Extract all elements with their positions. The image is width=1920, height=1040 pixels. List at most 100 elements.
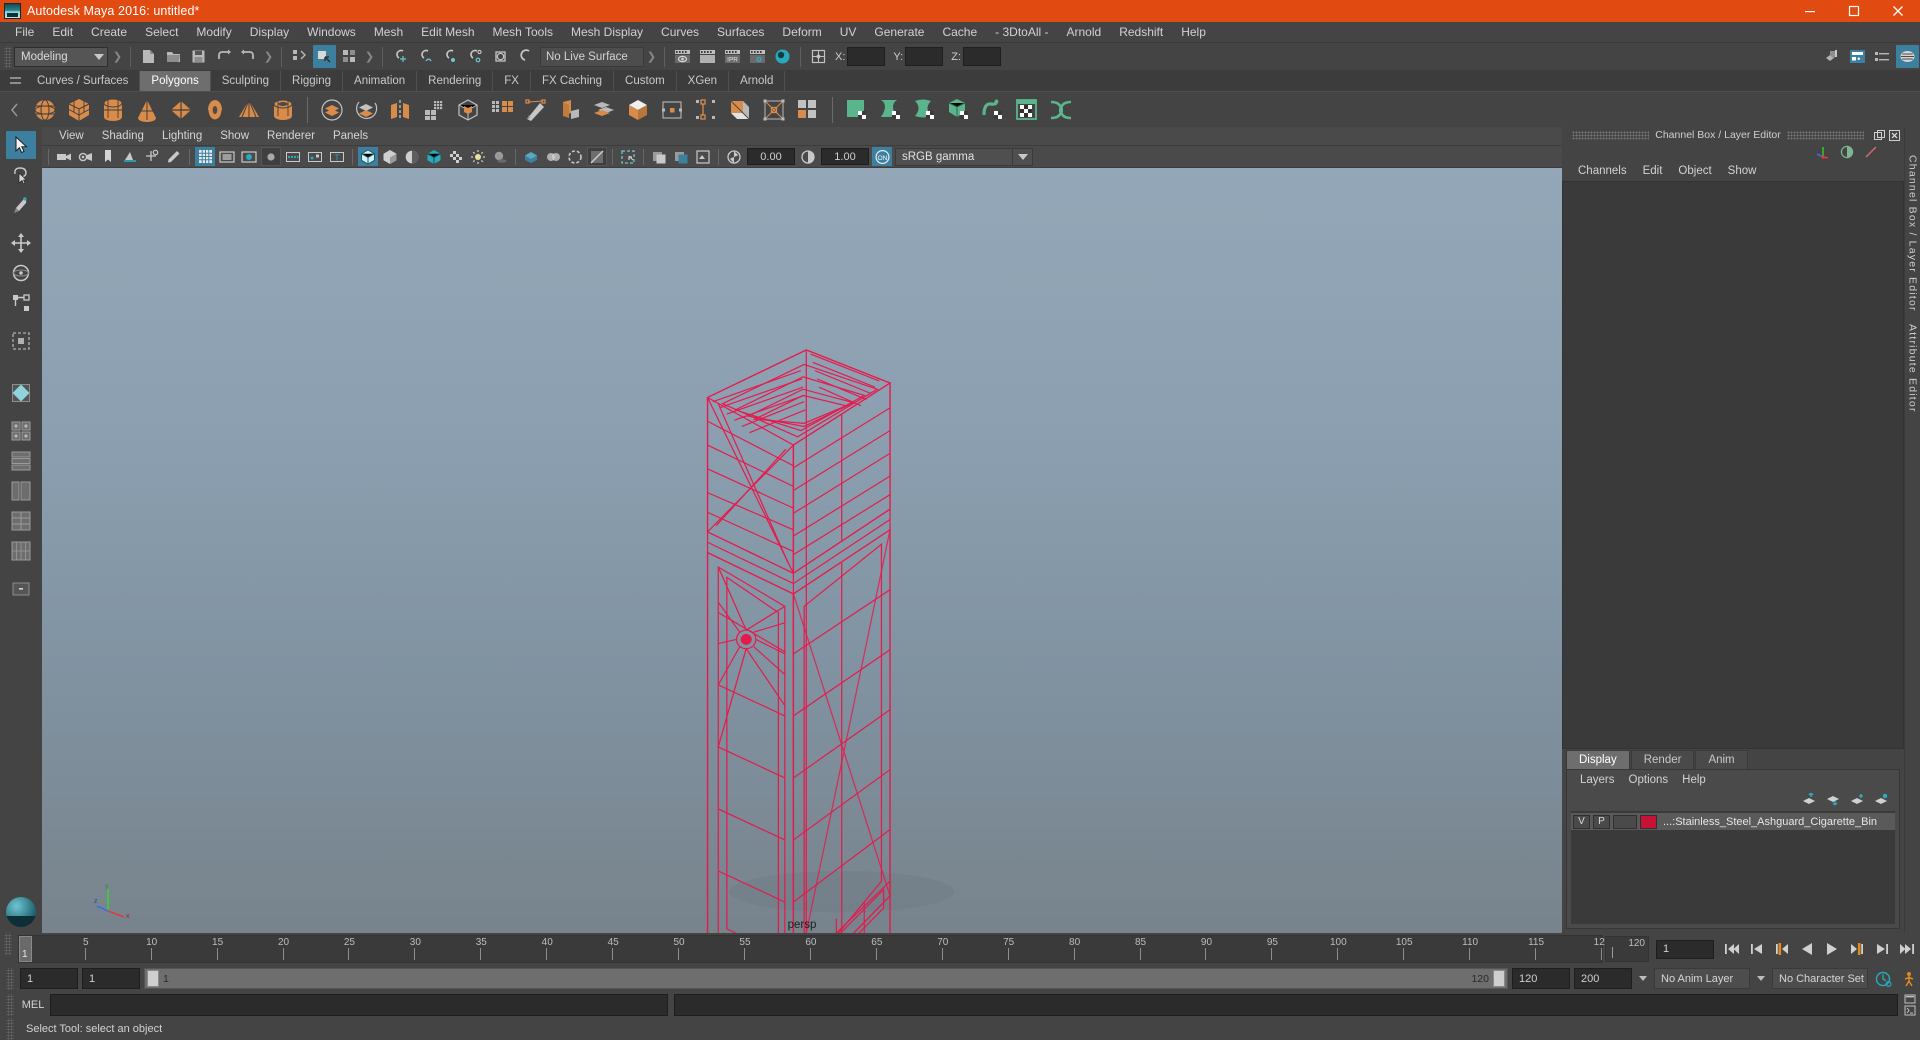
menu-select[interactable]: Select: [136, 23, 187, 41]
uv-editor-button[interactable]: [1012, 95, 1042, 125]
range-start-time-field[interactable]: 1: [82, 968, 140, 989]
channel-box-menu-object[interactable]: Object: [1670, 164, 1719, 178]
xray-joints-button[interactable]: [305, 147, 325, 166]
step-back-frame-button[interactable]: [1771, 937, 1793, 961]
menu-arnold[interactable]: Arnold: [1058, 23, 1111, 41]
panel-drag-handle-right[interactable]: [1786, 130, 1864, 140]
reduce-button[interactable]: [487, 95, 517, 125]
color-management-toggle-button[interactable]: ON: [872, 147, 892, 166]
character-set-chevron-down-icon[interactable]: [1754, 976, 1768, 981]
snap-to-projected-center-button[interactable]: [464, 45, 487, 68]
toolbar-collapse-3[interactable]: ❯: [365, 47, 374, 67]
combine-button[interactable]: [317, 95, 347, 125]
play-forwards-button[interactable]: [1821, 937, 1843, 961]
menu-modify[interactable]: Modify: [187, 23, 240, 41]
uv-unfold-button[interactable]: [978, 95, 1008, 125]
shelf-tab-fx[interactable]: FX: [493, 71, 531, 91]
snap-to-curve-button[interactable]: [414, 45, 437, 68]
xray-active-components-button[interactable]: [649, 147, 669, 166]
move-layer-down-button[interactable]: [1826, 793, 1841, 806]
render-current-frame-button[interactable]: [671, 45, 694, 68]
poke-face-button[interactable]: [725, 95, 755, 125]
uv-spherical-button[interactable]: [910, 95, 940, 125]
new-layer-button[interactable]: [1850, 793, 1865, 806]
toolbar-collapse-4[interactable]: ❯: [647, 47, 656, 67]
hypershade-button[interactable]: [771, 45, 794, 68]
script-editor-button[interactable]: [1900, 993, 1920, 1017]
toolbar-collapse-2[interactable]: ❯: [264, 47, 273, 67]
boolean-button[interactable]: [453, 95, 483, 125]
undo-button[interactable]: [212, 45, 235, 68]
merge-button[interactable]: [657, 95, 687, 125]
animation-start-time-field[interactable]: 1: [20, 968, 78, 989]
close-panel-button[interactable]: [1888, 129, 1900, 141]
multisample-aa-button[interactable]: [565, 147, 585, 166]
four-pane-layout-button[interactable]: [6, 447, 36, 475]
two-d-pan-zoom-button[interactable]: [142, 147, 162, 166]
layer-tab-anim[interactable]: Anim: [1695, 750, 1748, 769]
panel-drag-handle-left[interactable]: [1572, 130, 1650, 140]
bridge-button[interactable]: [623, 95, 653, 125]
anim-layer-chevron-down-icon[interactable]: [1636, 976, 1650, 981]
menu-mesh[interactable]: Mesh: [365, 23, 412, 41]
poly-cylinder-button[interactable]: [98, 95, 128, 125]
grease-pencil-button[interactable]: [164, 147, 184, 166]
uv-cylindrical-button[interactable]: [876, 95, 906, 125]
viewport-menu-lighting[interactable]: Lighting: [153, 129, 211, 143]
undock-panel-button[interactable]: [1873, 129, 1885, 141]
layer-tab-display[interactable]: Display: [1566, 750, 1630, 769]
mirror-geometry-button[interactable]: [385, 95, 415, 125]
time-slider-track[interactable]: 1 5 10 15 20 25 30 35 40 45 50 55 60 65 70 75 80 85 90 95 1…: [18, 935, 1610, 963]
multi-cut-button[interactable]: [793, 95, 823, 125]
menu-windows[interactable]: Windows: [298, 23, 365, 41]
shelf-tab-arnold[interactable]: Arnold: [729, 71, 786, 91]
animation-end-time-field[interactable]: 200: [1574, 968, 1632, 989]
step-forward-keyframe-button[interactable]: [1871, 937, 1893, 961]
lasso-select-tool-button[interactable]: [6, 161, 36, 189]
shade-options-button[interactable]: [402, 147, 422, 166]
shelf-tab-fx-caching[interactable]: FX Caching: [530, 71, 615, 91]
render-settings-button[interactable]: [746, 45, 769, 68]
redo-button[interactable]: [237, 45, 260, 68]
shadows-button[interactable]: [490, 147, 510, 166]
gamma-icon-button[interactable]: [798, 147, 818, 166]
shelf-tab-animation[interactable]: Animation: [343, 71, 418, 91]
shelf-tab-polygons[interactable]: Polygons: [140, 71, 211, 91]
layer-list[interactable]: V P ...:Stainless_Steel_Ashguard_Cigaret…: [1571, 811, 1895, 924]
command-output-field[interactable]: [674, 994, 1898, 1016]
layer-color-swatch[interactable]: [1640, 814, 1657, 829]
menu-display[interactable]: Display: [241, 23, 298, 41]
viewport-menu-shading[interactable]: Shading: [93, 129, 153, 143]
viewport-menu-view[interactable]: View: [50, 129, 93, 143]
shelf-tab-xgen[interactable]: XGen: [676, 71, 730, 91]
xray-mode-button[interactable]: [618, 147, 638, 166]
poly-cone-button[interactable]: [132, 95, 162, 125]
new-layer-from-selected-button[interactable]: [1874, 793, 1889, 806]
select-tool-button[interactable]: [6, 131, 36, 159]
create-polygon-tool-button[interactable]: [521, 95, 551, 125]
anim-layer-dropdown[interactable]: No Anim Layer: [1654, 968, 1750, 989]
exposure-button[interactable]: [283, 147, 303, 166]
range-slider-bar[interactable]: 1 120: [144, 968, 1508, 989]
shelf-menu-handle[interactable]: [4, 70, 26, 91]
range-slider-grip[interactable]: [6, 967, 14, 990]
layer-playback-toggle[interactable]: P: [1593, 814, 1610, 829]
two-pane-layout-button[interactable]: [6, 417, 36, 445]
resolution-gate-button[interactable]: [239, 147, 259, 166]
poly-torus-button[interactable]: [200, 95, 230, 125]
menu-uv[interactable]: UV: [831, 23, 866, 41]
snap-to-grid-button[interactable]: [389, 45, 412, 68]
channel-box-menu-channels[interactable]: Channels: [1570, 164, 1635, 178]
coord-y-field[interactable]: [905, 47, 944, 66]
exposure-icon-button[interactable]: [724, 147, 744, 166]
menu-surfaces[interactable]: Surfaces: [708, 23, 773, 41]
toolbar-grip[interactable]: [4, 45, 12, 68]
film-gate-button[interactable]: [217, 147, 237, 166]
screen-space-ao-button[interactable]: [521, 147, 541, 166]
textured-cube-button[interactable]: [424, 147, 444, 166]
command-language-label[interactable]: MEL: [16, 999, 50, 1011]
menu-curves[interactable]: Curves: [652, 23, 708, 41]
move-tool-button[interactable]: [6, 229, 36, 257]
range-left-handle[interactable]: [147, 970, 159, 987]
command-input-field[interactable]: [50, 994, 668, 1016]
